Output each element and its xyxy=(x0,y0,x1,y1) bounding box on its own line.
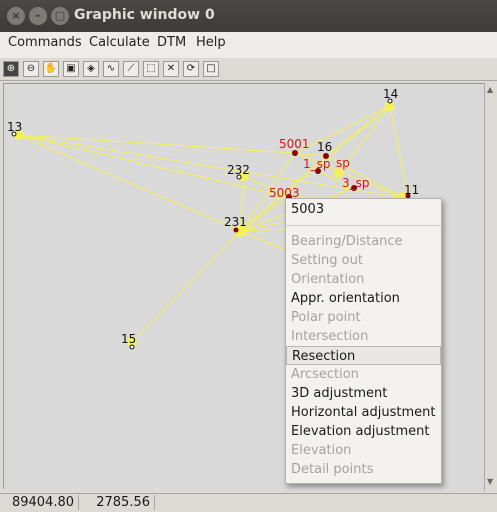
menu-help[interactable]: Help xyxy=(196,35,226,50)
title-bar: × – □ Graphic window 0 xyxy=(0,0,497,32)
menu-item-intersection[interactable]: Intersection xyxy=(286,327,441,346)
menu-item-detail-points[interactable]: Detail points xyxy=(286,460,441,479)
zoom-in-icon[interactable]: ⊕ xyxy=(3,61,19,77)
context-menu: 5003 Bearing/Distance Setting out Orient… xyxy=(285,198,442,484)
point-label-14: 14 xyxy=(383,87,398,101)
measure-icon[interactable]: ⟋ xyxy=(123,61,139,77)
point-label-11: 11 xyxy=(404,183,419,197)
toolbar: ⊕ ⊖ ✋ ▣ ◈ ∿ ⟋ ⬚ ✕ ⟳ □ xyxy=(0,59,497,81)
point-label-1sp: 1_sp xyxy=(303,157,331,171)
menu-commands[interactable]: Commands xyxy=(8,35,82,50)
window-title: Graphic window 0 xyxy=(74,7,215,23)
refresh-icon[interactable]: ⟳ xyxy=(183,61,199,77)
point-label-sp: sp xyxy=(336,156,350,170)
point-label-231: 231 xyxy=(224,215,247,229)
menu-calculate[interactable]: Calculate xyxy=(89,35,150,50)
context-menu-header: 5003 xyxy=(291,202,325,217)
point-label-5001: 5001 xyxy=(279,137,310,151)
menu-item-polar-point[interactable]: Polar point xyxy=(286,308,441,327)
line-icon[interactable]: ∿ xyxy=(103,61,119,77)
menu-item-elevation[interactable]: Elevation xyxy=(286,441,441,460)
cross-icon[interactable]: ✕ xyxy=(163,61,179,77)
pan-hand-icon[interactable]: ✋ xyxy=(43,61,59,77)
menu-bar: Commands Calculate DTM Help xyxy=(0,32,497,58)
menu-dtm[interactable]: DTM xyxy=(157,35,186,50)
menu-item-bearing-distance[interactable]: Bearing/Distance xyxy=(286,232,441,251)
minimize-icon[interactable]: – xyxy=(29,7,47,25)
zoom-out-icon[interactable]: ⊖ xyxy=(23,61,39,77)
point-label-232: 232 xyxy=(227,163,250,177)
scroll-down-icon[interactable]: ▼ xyxy=(487,477,493,486)
menu-item-3d-adjustment[interactable]: 3D adjustment xyxy=(286,384,441,403)
status-x: 89404.80 xyxy=(0,495,79,510)
point-label-15: 15 xyxy=(121,332,136,346)
menu-item-appr-orientation[interactable]: Appr. orientation xyxy=(286,289,441,308)
status-bar: 89404.80 2785.56 xyxy=(0,493,497,512)
point-label-16: 16 xyxy=(317,140,332,154)
vertical-scrollbar[interactable]: ▲ ▼ xyxy=(484,83,497,491)
menu-item-orientation[interactable]: Orientation xyxy=(286,270,441,289)
maximize-icon[interactable]: □ xyxy=(51,7,69,25)
status-y: 2785.56 xyxy=(80,495,155,510)
menu-item-resection[interactable]: Resection xyxy=(286,346,441,365)
select-icon[interactable]: ⬚ xyxy=(143,61,159,77)
point-label-13: 13 xyxy=(7,120,22,134)
context-menu-separator xyxy=(286,225,441,226)
frame-icon[interactable]: □ xyxy=(203,61,219,77)
menu-item-setting-out[interactable]: Setting out xyxy=(286,251,441,270)
close-icon[interactable]: × xyxy=(7,7,25,25)
menu-item-elevation-adjustment[interactable]: Elevation adjustment xyxy=(286,422,441,441)
zoom-all-icon[interactable]: ◈ xyxy=(83,61,99,77)
menu-item-horizontal-adjustment[interactable]: Horizontal adjustment xyxy=(286,403,441,422)
point-label-3sp: 3_sp xyxy=(342,176,370,190)
scroll-up-icon[interactable]: ▲ xyxy=(487,85,493,94)
zoom-window-icon[interactable]: ▣ xyxy=(63,61,79,77)
menu-item-arcsection[interactable]: Arcsection xyxy=(286,365,441,384)
